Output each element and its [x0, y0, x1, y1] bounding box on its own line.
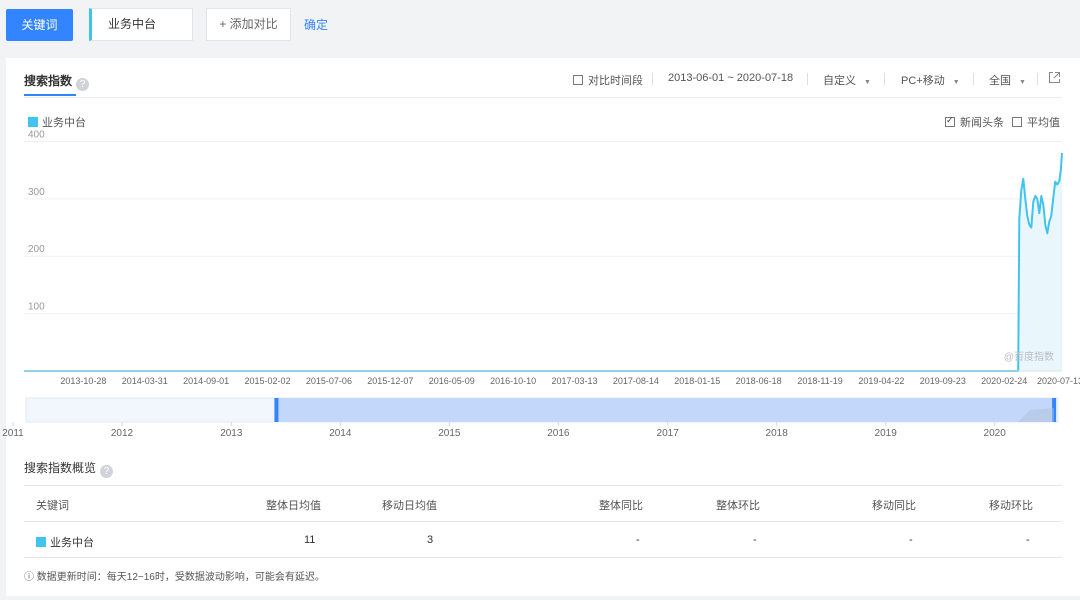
row-keyword-text: 业务中台 [50, 537, 94, 549]
overview-year-label: 2013 [220, 428, 243, 439]
overview-year-label: 2016 [547, 428, 570, 439]
series-area [24, 153, 1062, 371]
overview-year-label: 2020 [984, 428, 1007, 439]
row-overall-yoy: - [636, 534, 640, 546]
search-index-card: 搜索指数? 对比时间段 2013-06-01 ~ 2020-07-18 自定义 ▼… [2, 58, 1080, 596]
overview-year-label: 2017 [657, 428, 680, 439]
x-tick-label: 2016-10-10 [490, 376, 536, 386]
overview-year-label: 2011 [2, 428, 24, 439]
overview-year-label: 2014 [329, 428, 352, 439]
header-mobile-avg: 移动日均值 [382, 500, 437, 512]
x-tick-label: 2015-07-06 [306, 376, 352, 386]
header-overall-yoy: 整体同比 [599, 500, 643, 512]
overview-handle-left [274, 398, 279, 422]
overview-selection [276, 398, 1055, 422]
table-row: 业务中台 11 3 - - - - [24, 522, 1062, 558]
help-icon[interactable]: ? [100, 465, 114, 478]
x-tick-label: 2019-09-23 [920, 376, 966, 386]
y-tick-label: 100 [28, 302, 45, 313]
x-tick-label: 2020-07-13 [1037, 376, 1080, 386]
row-mobile-avg: 3 [427, 534, 434, 546]
header-keyword: 关键词 [36, 500, 69, 512]
y-tick-label: 400 [28, 129, 45, 140]
search-index-chart: 100 200 300 400 @百度指数 2013-10-28 2014-03-31 201… [2, 129, 1080, 439]
x-tick-label: 2015-02-02 [245, 376, 291, 386]
header-overall-avg: 整体日均值 [266, 500, 321, 512]
x-tick-label: 2016-05-09 [429, 376, 475, 386]
overview-year-label: 2018 [766, 428, 789, 439]
x-tick-label: 2017-08-14 [613, 376, 659, 386]
x-tick-label: 2014-03-31 [122, 376, 168, 386]
header-mobile-mom: 移动环比 [989, 500, 1033, 512]
x-tick-label: 2019-04-22 [858, 376, 904, 386]
overview-year-label: 2012 [111, 428, 134, 439]
row-mobile-mom: - [1026, 534, 1030, 546]
overview-year-label: 2019 [875, 428, 898, 439]
y-tick-label: 200 [28, 244, 45, 255]
row-overall-avg: 11 [304, 534, 316, 546]
row-mobile-yoy: - [909, 534, 913, 546]
table-header: 关键词 整体日均值 移动日均值 整体同比 整体环比 移动同比 移动环比 [24, 485, 1062, 522]
header-overall-mom: 整体环比 [716, 500, 760, 512]
header-mobile-yoy: 移动同比 [872, 500, 916, 512]
x-tick-label: 2013-10-28 [60, 376, 106, 386]
watermark-text: @百度指数 [1004, 350, 1054, 363]
series-line [24, 152, 1063, 372]
summary-title: 搜索指数概览? [24, 459, 114, 478]
summary-title-text: 搜索指数概览 [24, 461, 97, 475]
x-tick-label: 2017-03-13 [551, 376, 597, 386]
row-overall-mom: - [753, 534, 757, 546]
x-tick-label: 2014-09-01 [183, 376, 229, 386]
x-tick-label: 2018-06-18 [736, 376, 782, 386]
x-tick-label: 2015-12-07 [367, 376, 413, 386]
x-tick-label: 2018-11-19 [797, 376, 842, 386]
x-tick-label: 2020-02-24 [981, 376, 1027, 386]
x-tick-label: 2018-01-15 [674, 376, 720, 386]
overview-year-label: 2015 [438, 428, 461, 439]
row-swatch [36, 537, 46, 547]
row-keyword: 业务中台 [36, 534, 94, 550]
y-tick-label: 300 [28, 187, 45, 198]
update-note: ⓘ 数据更新时间：每天12~16时，受数据波动影响，可能会有延迟。 [24, 572, 325, 583]
